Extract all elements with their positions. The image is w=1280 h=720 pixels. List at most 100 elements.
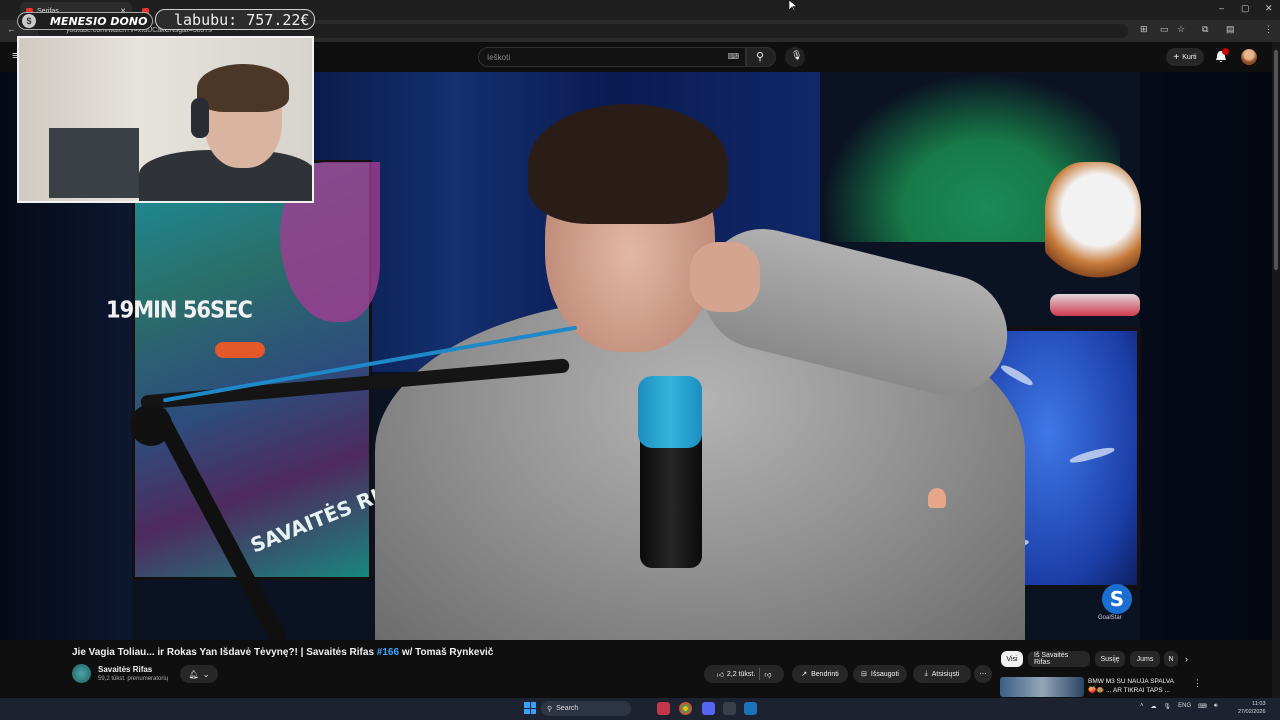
app-icon[interactable]: [657, 702, 670, 715]
download-label: Atsisiųsti: [931, 670, 960, 678]
person-hand: [690, 242, 760, 312]
bookmark-star-icon[interactable]: ☆: [1177, 24, 1185, 35]
like-button[interactable]: 👍︎ 2,2 tūkst.: [717, 670, 756, 679]
maximize-icon[interactable]: ▢: [1241, 3, 1250, 14]
tray-volume-icon[interactable]: 🔊︎: [1214, 703, 1218, 710]
divider: [759, 668, 761, 680]
watermark-logo-icon: S: [1102, 584, 1132, 614]
donor-label: MENESIO DONO: [50, 14, 148, 28]
microphone-windscreen: [638, 376, 702, 448]
webcam-person-hair: [197, 64, 289, 112]
tray-language[interactable]: ENG: [1178, 703, 1191, 710]
save-button[interactable]: ⊟ Išsaugoti: [853, 665, 907, 683]
back-icon[interactable]: ←: [7, 24, 16, 34]
recommendation-title[interactable]: BMW M3 SU NAUJA SPALVA 🍑🐵 ... AR TIKRAI …: [1088, 677, 1174, 695]
chevron-right-icon[interactable]: ›: [1185, 654, 1188, 664]
download-button[interactable]: ⤓ Atsisiųsti: [913, 665, 971, 683]
chip-for-you[interactable]: Jums: [1130, 651, 1160, 667]
donor-banner: $ MENESIO DONO: [17, 12, 153, 30]
thumbs-down-icon[interactable]: 👎︎: [764, 670, 771, 679]
plus-icon: +: [1173, 51, 1180, 63]
taskbar-search-label: Search: [556, 705, 579, 712]
browser-menu-icon[interactable]: ⋮: [1264, 24, 1273, 35]
recommendation-title-line2: 🍑🐵 ... AR TIKRAI TAPS ...: [1088, 687, 1170, 694]
mouse-cursor-icon: [789, 0, 797, 12]
voice-search-button[interactable]: 🎙: [785, 47, 805, 67]
webcam-shelf: [49, 128, 139, 198]
close-window-icon[interactable]: ✕: [1265, 3, 1273, 14]
video-title: Jie Vagia Toliau... ir Rokas Yan Išdavė …: [72, 647, 493, 658]
search-placeholder: Ieškoti: [487, 53, 511, 62]
seashell-decoration: [928, 488, 946, 508]
discord-icon[interactable]: [702, 702, 715, 715]
system-tray: ˄ ☁ 🎙 ENG ⌨ 🔊︎: [1140, 703, 1218, 710]
create-button[interactable]: + Kurti: [1166, 48, 1204, 66]
chevron-down-icon: ⌄: [202, 669, 210, 679]
thumbs-up-icon: 👍︎: [716, 671, 724, 679]
windows-taskbar: [0, 698, 1280, 720]
taskbar-clock[interactable]: 11:03 27/02/2026: [1238, 700, 1266, 716]
poster-submarine: [215, 342, 265, 358]
coin-icon: $: [22, 14, 36, 28]
share-label: Bendrinti: [811, 670, 839, 678]
clock-time: 11:03: [1252, 701, 1266, 707]
video-title-text: Jie Vagia Toliau... ir Rokas Yan Išdavė …: [72, 647, 377, 658]
create-label: Kurti: [1182, 53, 1197, 61]
toy-race-car: [1050, 294, 1140, 316]
sidepanel-icon[interactable]: ▤: [1226, 24, 1235, 35]
search-icon: ⚲: [547, 705, 553, 713]
search-input[interactable]: Ieškoti ⌨: [478, 47, 746, 67]
scrollbar-thumb[interactable]: [1274, 50, 1278, 270]
save-label: Išsaugoti: [870, 670, 899, 678]
mic-arm-joint: [130, 404, 172, 446]
recommendation-menu-icon[interactable]: ⋮: [1193, 678, 1202, 689]
fish-shape: [999, 362, 1035, 388]
tray-chevron-up-icon[interactable]: ˄: [1140, 703, 1144, 710]
more-horizontal-icon: ⋯: [979, 671, 987, 678]
watermark-label: GoalStar: [1098, 615, 1122, 621]
chrome-icon[interactable]: [679, 702, 692, 715]
chip-all[interactable]: Visi: [1001, 651, 1023, 667]
stream-timer: 19MIN 56SEC: [106, 296, 253, 324]
taskbar-search-box[interactable]: ⚲ Search: [541, 701, 631, 716]
chip-from-channel[interactable]: Iš Savaitės Rifas: [1028, 651, 1090, 667]
headset-icon: [191, 98, 209, 138]
download-icon: ⤓: [924, 670, 928, 677]
donation-banner: labubu: 757.22€: [155, 9, 315, 30]
account-avatar[interactable]: [1241, 49, 1257, 65]
search-icon: ⚲: [756, 51, 765, 63]
person-hair: [528, 104, 728, 224]
recommendation-thumbnail[interactable]: [1000, 677, 1084, 697]
like-dislike-group: 👍︎ 2,2 tūkst. 👎︎: [704, 665, 784, 683]
share-icon: ↗: [801, 671, 808, 678]
video-background-right: [1140, 72, 1280, 640]
chip-next[interactable]: N: [1164, 651, 1178, 667]
recommendation-title-line1: BMW M3 SU NAUJA SPALVA: [1088, 678, 1174, 685]
tray-network-icon[interactable]: ⌨: [1198, 703, 1207, 710]
keyboard-icon[interactable]: ⌨: [727, 52, 739, 61]
tray-cloud-icon[interactable]: ☁: [1151, 703, 1157, 710]
steam-icon[interactable]: [744, 702, 757, 715]
bell-icon: 🔔︎: [188, 669, 199, 679]
channel-avatar[interactable]: [72, 664, 91, 683]
clock-date: 27/02/2026: [1238, 709, 1266, 715]
notification-badge: [1222, 48, 1229, 55]
app-icon[interactable]: [723, 702, 736, 715]
cast-icon[interactable]: ▭: [1160, 24, 1169, 35]
more-actions-button[interactable]: ⋯: [974, 665, 992, 683]
video-hashtag-link[interactable]: #166: [377, 647, 399, 658]
windows-start-icon[interactable]: [524, 702, 536, 714]
minimize-icon[interactable]: –: [1219, 3, 1224, 13]
like-count: 2,2 tūkst.: [726, 670, 756, 678]
channel-name[interactable]: Savaitės Rifas: [98, 665, 152, 674]
microphone-icon: 🎙: [791, 50, 803, 60]
webcam-overlay: [17, 36, 314, 203]
extensions-icon[interactable]: ⧉: [1202, 24, 1208, 35]
subscription-bell-button[interactable]: 🔔︎ ⌄: [180, 665, 218, 683]
tray-mic-icon[interactable]: 🎙: [1164, 703, 1172, 710]
share-button[interactable]: ↗ Bendrinti: [792, 665, 848, 683]
chip-related[interactable]: Susiję: [1095, 651, 1125, 667]
search-button[interactable]: ⚲: [746, 47, 776, 67]
video-title-suffix: w/ Tomaš Rynkevič: [399, 647, 494, 658]
translate-icon[interactable]: ⊞: [1140, 24, 1148, 35]
